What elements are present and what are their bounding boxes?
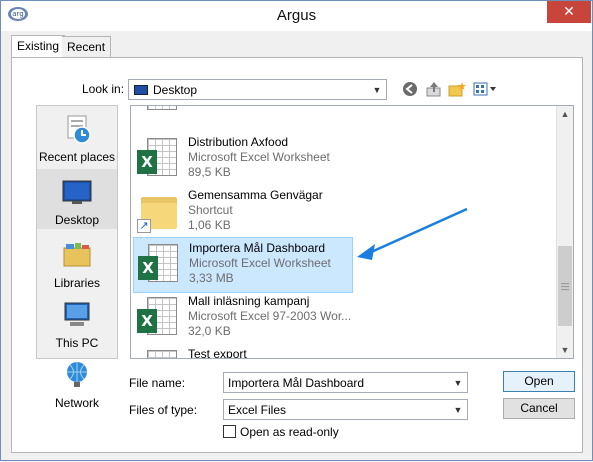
filename-label: File name:	[129, 376, 186, 390]
open-button[interactable]: Open	[503, 371, 575, 392]
filetype-label: Files of type:	[129, 403, 198, 417]
cancel-button[interactable]: Cancel	[503, 398, 575, 419]
dialog-window: arg Argus ✕ Existing Recent Look in: Des…	[0, 0, 593, 461]
chevron-down-icon: ▼	[453, 405, 463, 415]
filetype-value: Excel Files	[228, 403, 287, 417]
readonly-checkbox[interactable]	[223, 425, 236, 438]
filetype-dropdown[interactable]: Excel Files ▼	[223, 399, 468, 420]
filename-value: Importera Mål Dashboard	[228, 376, 365, 390]
chevron-down-icon: ▼	[453, 378, 463, 388]
readonly-label[interactable]: Open as read-only	[240, 425, 339, 439]
filename-field[interactable]: Importera Mål Dashboard ▼	[223, 372, 468, 393]
